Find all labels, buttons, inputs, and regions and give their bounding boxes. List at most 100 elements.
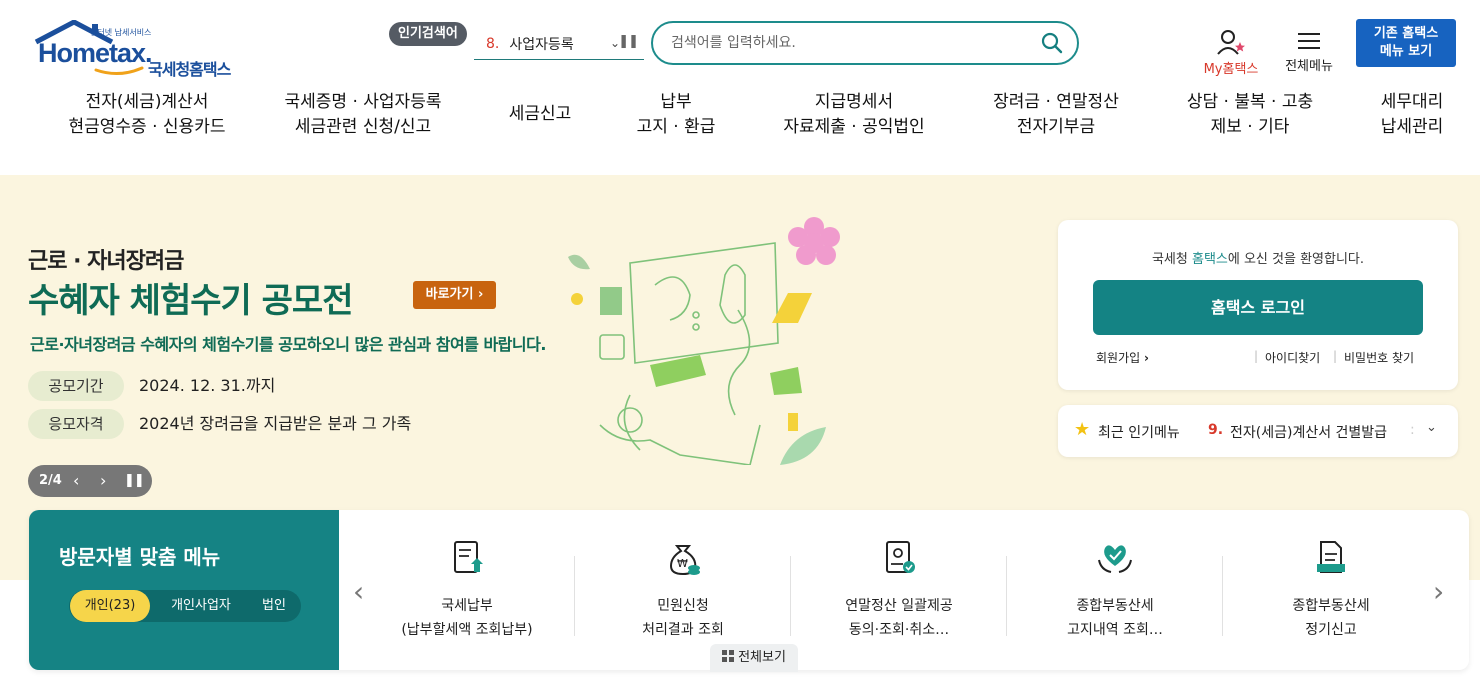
visitor-tabs: 개인(23) 개인사업자 법인: [69, 590, 301, 622]
card-line1: 종합부동산세: [1076, 598, 1154, 614]
menu-card-property-tax-notice[interactable]: 종합부동산세 고지내역 조회…: [1007, 538, 1223, 648]
hometax-logo[interactable]: 인터넷 납세서비스 Hometax. 국세청홈택스: [30, 18, 250, 79]
form-document-icon: [1317, 541, 1345, 573]
gnb-item-incentive[interactable]: 장려금 · 연말정산 전자기부금: [982, 90, 1130, 140]
tax-payment-icon: [454, 541, 483, 573]
welcome-prefix: 국세청: [1151, 252, 1192, 267]
menu-card-property-tax-filing[interactable]: 종합부동산세 정기신고: [1223, 538, 1439, 648]
login-button[interactable]: 홈택스 로그인: [1093, 280, 1423, 335]
old-menu-line1: 기존 홈택스: [1373, 26, 1439, 41]
gnb-item-line1: 세무대리: [1380, 92, 1444, 112]
hero-description: 근로·자녀장려금 수혜자의 체험수기를 공모하오니 많은 관심과 참여를 바랍니…: [30, 335, 546, 354]
heart-hands-icon: [1098, 545, 1132, 573]
gnb-item-line1: 전자(세금)계산서: [85, 92, 209, 112]
gnb-item-line2: 자료제출 · 공익법인: [783, 117, 925, 137]
logo-wordmark: Hometax.: [38, 38, 153, 68]
grid-icon: [722, 650, 735, 663]
period-label: 공모기간: [28, 371, 124, 401]
gnb-item-line2: 고지 · 환급: [636, 117, 716, 137]
carousel-controls: 2/4 ‹ › ❚❚: [28, 465, 152, 497]
recent-popular-item[interactable]: 전자(세금)계산서 건별발급: [1230, 422, 1387, 442]
card-line2: (납부할세액 조회납부): [401, 622, 533, 638]
header: 인터넷 납세서비스 Hometax. 국세청홈택스 인기검색어 8. 사업자등록…: [0, 0, 1480, 175]
chevron-right-icon: ›: [478, 287, 484, 302]
find-password-link[interactable]: 비밀번호 찾기: [1344, 349, 1414, 366]
chevron-down-icon[interactable]: ⌄: [1426, 420, 1437, 435]
gnb-item-line2: 제보 · 기타: [1210, 117, 1290, 137]
go-button[interactable]: 바로가기 ›: [413, 281, 496, 309]
logo-korean-name: 국세청홈택스: [148, 60, 231, 79]
gnb-item-e-invoice[interactable]: 전자(세금)계산서 현금영수증 · 신용카드: [52, 90, 242, 140]
login-panel: 국세청 홈택스에 오신 것을 환영합니다. 홈택스 로그인 회원가입 › | 아…: [1058, 220, 1458, 390]
card-line1: 종합부동산세: [1292, 598, 1370, 614]
gnb-item-tax-return[interactable]: 세금신고: [490, 102, 590, 127]
menu-card-year-end-settlement[interactable]: 연말정산 일괄제공 동의·조회·취소…: [791, 538, 1007, 648]
divider: |: [1333, 349, 1338, 363]
tab-corporation[interactable]: 법인: [249, 590, 299, 622]
chevron-right-icon: ›: [1144, 351, 1149, 365]
money-bag-icon: ₩: [669, 545, 700, 576]
search-input[interactable]: [671, 33, 1031, 53]
card-line2: 고지내역 조회…: [1067, 622, 1163, 638]
recent-popular-menu[interactable]: ★ 최근 인기메뉴 9. 전자(세금)계산서 건별발급 : ⌄: [1058, 405, 1458, 457]
view-all-button[interactable]: 전체보기: [710, 644, 798, 672]
find-id-link[interactable]: 아이디찾기: [1265, 349, 1320, 366]
svg-text:₩: ₩: [677, 557, 688, 570]
recent-popular-title: 최근 인기메뉴: [1098, 425, 1180, 441]
gnb-item-consulting[interactable]: 상담 · 불복 · 고충 제보 · 기타: [1176, 90, 1324, 140]
search-box: [651, 21, 1079, 65]
document-stamp-icon: [886, 541, 915, 573]
star-icon: ★: [1074, 419, 1091, 440]
all-menu-button[interactable]: 전체메뉴: [1282, 30, 1336, 74]
gnb-item-tax-agent[interactable]: 세무대리 납세관리: [1368, 90, 1456, 140]
popular-search-keyword[interactable]: 사업자등록: [509, 34, 573, 54]
popular-search-select[interactable]: 8. 사업자등록 ⌄ ❚❚: [474, 28, 644, 60]
hamburger-icon: [1298, 33, 1320, 49]
hero-title: 수혜자 체험수기 공모전: [28, 281, 353, 321]
chevron-left-icon[interactable]: ‹: [73, 465, 79, 497]
my-hometax-label: My홈택스: [1203, 62, 1259, 77]
hero-subtitle: 근로 · 자녀장려금: [28, 249, 184, 274]
all-menu-label: 전체메뉴: [1285, 59, 1333, 74]
gnb-item-line1: 장려금 · 연말정산: [993, 92, 1119, 112]
old-menu-button[interactable]: 기존 홈택스 메뉴 보기: [1356, 19, 1456, 67]
visitor-menu-title: 방문자별 맞춤 메뉴: [59, 545, 221, 569]
gnb-item-line2: 현금영수증 · 신용카드: [68, 117, 226, 137]
card-line1: 민원신청: [657, 598, 709, 614]
popular-search-rank: 8.: [486, 35, 500, 52]
gnb-item-line2: 납세관리: [1380, 117, 1444, 137]
divider: :: [1410, 422, 1415, 438]
signup-label: 회원가입: [1096, 351, 1141, 365]
user-icon: [1217, 30, 1245, 55]
chevron-right-icon[interactable]: ›: [100, 465, 106, 497]
gnb-item-payment[interactable]: 납부 고지 · 환급: [624, 90, 728, 140]
gnb-item-certificate[interactable]: 국세증명 · 사업자등록 세금관련 신청/신고: [268, 90, 458, 140]
menu-card-civil-petition[interactable]: ₩ 민원신청 처리결과 조회: [575, 538, 791, 648]
gnb-item-line1: 국세증명 · 사업자등록: [284, 92, 442, 112]
old-menu-line2: 메뉴 보기: [1379, 44, 1433, 59]
gnb-item-line2: 전자기부금: [1016, 117, 1096, 137]
divider: |: [1254, 349, 1259, 363]
menu-card-tax-payment[interactable]: 국세납부 (납부할세액 조회납부): [359, 538, 575, 648]
pause-icon[interactable]: ❚❚: [124, 465, 145, 497]
gnb-item-payment-statement[interactable]: 지급명세서 자료제출 · 공익법인: [770, 90, 938, 140]
recent-popular-rank: 9.: [1208, 422, 1224, 438]
tab-individual[interactable]: 개인(23): [70, 590, 150, 622]
go-button-label: 바로가기: [425, 287, 474, 302]
my-hometax-button[interactable]: My홈택스: [1196, 28, 1266, 77]
search-icon[interactable]: [1041, 32, 1063, 54]
welcome-message: 국세청 홈택스에 오신 것을 환영합니다.: [1058, 248, 1458, 267]
period-value: 2024. 12. 31.까지: [139, 376, 276, 395]
view-all-label: 전체보기: [738, 650, 786, 665]
welcome-suffix: 에 오신 것을 환영합니다.: [1227, 252, 1365, 267]
writing-contest-illustration: [568, 217, 840, 465]
gnb-item-line2: 세금관련 신청/신고: [294, 117, 432, 137]
gnb-item-line1: 지급명세서: [814, 92, 894, 112]
slide-indicator: 2/4: [39, 473, 62, 488]
gnb-item-line1: 상담 · 불복 · 고충: [1186, 92, 1314, 112]
pause-icon[interactable]: ❚❚: [618, 34, 639, 49]
signup-link[interactable]: 회원가입 ›: [1096, 349, 1149, 366]
tab-sole-proprietor[interactable]: 개인사업자: [157, 590, 245, 622]
popular-search-badge: 인기검색어: [389, 22, 467, 46]
card-line2: 처리결과 조회: [642, 622, 724, 638]
